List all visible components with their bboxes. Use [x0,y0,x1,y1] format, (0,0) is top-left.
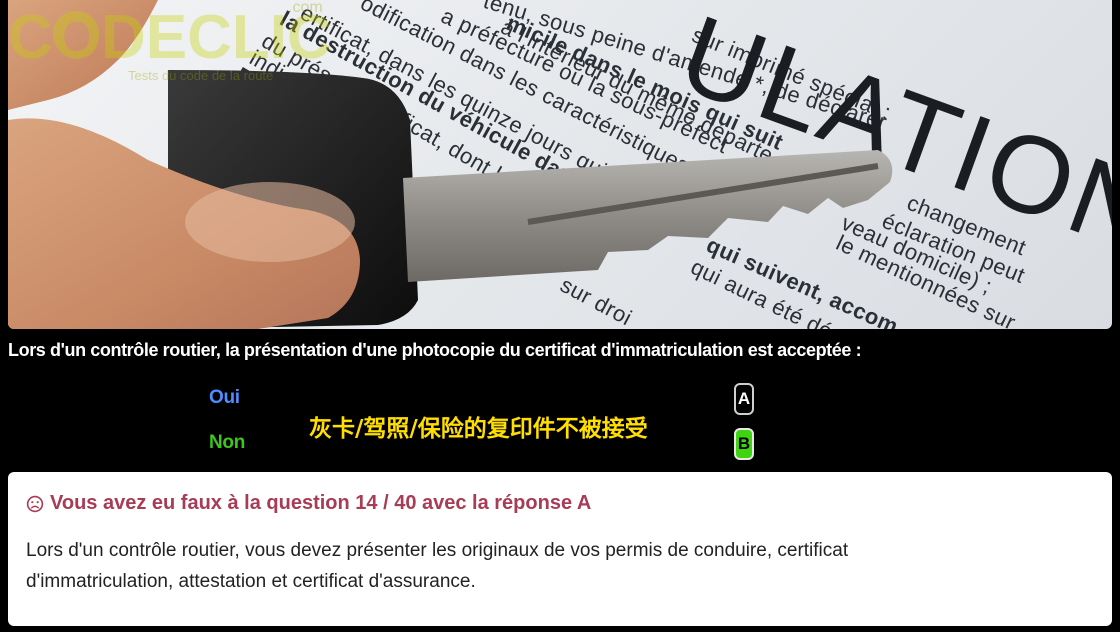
result-title: Vous avez eu faux à la question 14 / 40 … [50,492,592,514]
result-header: Vous avez eu faux à la question 14 / 40 … [26,492,1094,515]
answer-option-oui[interactable]: Oui [209,387,240,409]
codeclic-watermark: CODECLIC .com Tests du code de la route [8,0,332,83]
answer-option-non[interactable]: Non [209,432,245,454]
question-photo: tenu, sous peine d'amende *, de déclarer… [8,0,1112,329]
handwritten-annotation: 灰卡/驾照/保险的复印件不被接受 [309,416,648,442]
watermark-suffix: .com [288,0,323,16]
result-card: Vous avez eu faux à la question 14 / 40 … [8,472,1112,626]
result-explanation: Lors d'un contrôle routier, vous devez p… [26,540,849,592]
sad-face-icon [26,495,44,512]
watermark-tagline: Tests du code de la route [128,68,273,83]
answer-key-b-button[interactable]: B [734,428,754,460]
answer-key-a-button[interactable]: A [734,383,754,415]
watermark-brand: CODECLIC [8,3,332,72]
question-text: Lors d'un contrôle routier, la présentat… [8,340,862,360]
